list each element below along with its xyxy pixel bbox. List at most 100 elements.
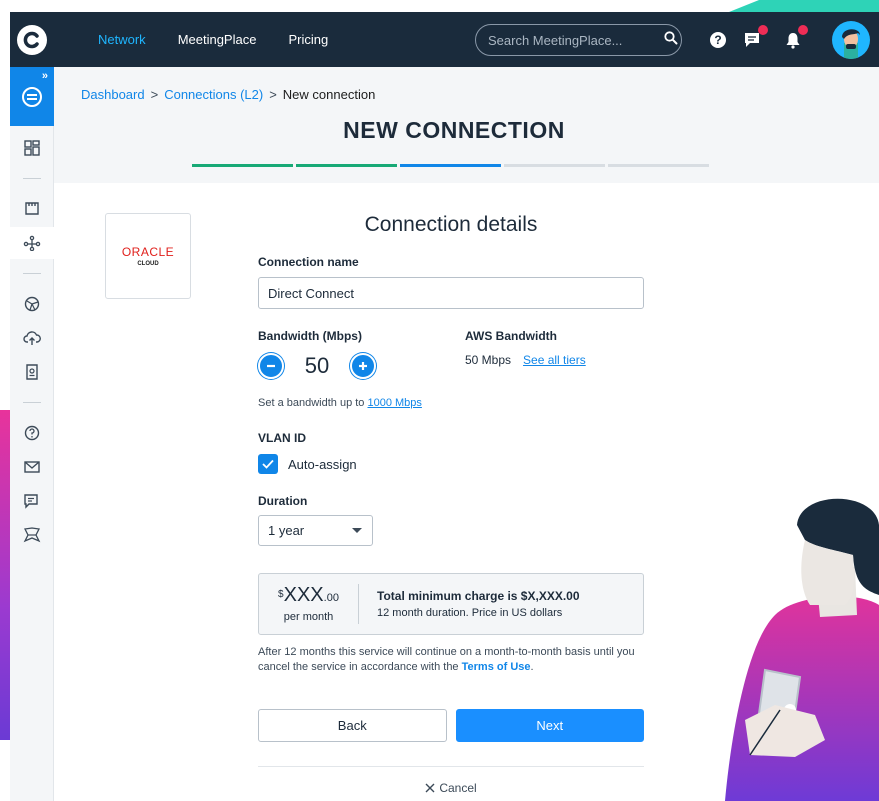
next-button[interactable]: Next	[455, 709, 644, 742]
search-input[interactable]	[488, 32, 664, 48]
cancel-link[interactable]: Cancel	[258, 781, 644, 795]
person-illustration	[725, 498, 879, 801]
nav-meetingplace[interactable]: MeetingPlace	[178, 32, 257, 47]
port-icon	[25, 202, 39, 215]
sidebar-divider	[22, 402, 41, 403]
nav-pricing[interactable]: Pricing	[288, 32, 328, 47]
bandwidth-column: Bandwidth (Mbps) 50	[258, 329, 376, 379]
duration-value: 1 year	[268, 523, 305, 538]
sidebar-item-mail[interactable]	[10, 451, 54, 483]
auto-assign-label: Auto-assign	[288, 456, 357, 472]
close-icon	[425, 783, 435, 793]
breadcrumb: Dashboard > Connections (L2) > New connectio…	[81, 87, 375, 102]
sidebar-item-ports[interactable]	[10, 193, 54, 225]
price-note: 12 month duration. Price in US dollars	[377, 607, 563, 619]
vlan-section: VLAN ID Auto-assign	[258, 431, 644, 474]
increment-button[interactable]	[350, 353, 376, 379]
provider-logo-sub: CLOUD	[137, 261, 159, 267]
see-all-tiers-link[interactable]: See all tiers	[523, 353, 586, 367]
auto-assign-checkbox[interactable]	[258, 454, 278, 474]
messages-icon[interactable]	[742, 25, 768, 51]
bandwidth-value[interactable]: 50	[284, 353, 350, 379]
globe-icon	[24, 296, 40, 312]
sidebar-item-partners[interactable]	[10, 519, 54, 551]
terms-end: .	[530, 661, 534, 673]
progress-step-5	[608, 164, 709, 167]
price-cents: .00	[323, 592, 339, 604]
decorative-stripe-top	[729, 0, 879, 12]
price-summary: $XXX.00 per month Total minimum charge i…	[258, 573, 644, 635]
duration-label: Duration	[258, 494, 308, 508]
price-value: XXX	[283, 584, 324, 606]
terms-text: After 12 months this service will contin…	[258, 646, 635, 673]
mail-icon	[24, 461, 40, 473]
bandwidth-label: Bandwidth (Mbps)	[258, 329, 362, 343]
cloud-upload-icon	[23, 331, 41, 345]
connection-form: Connection details Connection name Bandw…	[258, 213, 644, 795]
decrement-button[interactable]	[258, 353, 284, 379]
logo-icon	[17, 24, 47, 55]
progress-step-2	[296, 164, 397, 167]
breadcrumb-separator: >	[269, 87, 277, 102]
bell-icon[interactable]	[782, 25, 808, 51]
auto-assign-row: Auto-assign	[258, 454, 644, 474]
sidebar-item-cloud[interactable]	[10, 322, 54, 354]
nav-network[interactable]: Network	[98, 32, 146, 47]
sidebar-item-billing[interactable]	[10, 356, 54, 388]
sidebar-divider	[22, 178, 41, 179]
help-icon[interactable]: ?	[707, 29, 729, 51]
progress-step-3	[400, 164, 501, 167]
duration-select[interactable]: 1 year	[258, 515, 373, 546]
caret-down-icon	[352, 528, 362, 533]
sidebar-expand-button[interactable]: »	[10, 67, 54, 126]
connection-name-label: Connection name	[258, 255, 359, 269]
section-title: Connection details	[364, 213, 538, 236]
sidebar-item-global[interactable]	[10, 288, 54, 320]
sidebar-item-help[interactable]	[10, 417, 54, 449]
invoice-icon	[26, 364, 38, 380]
search-box	[475, 24, 682, 56]
progress-step-1	[192, 164, 293, 167]
aws-bandwidth-value: 50 Mbps	[465, 353, 512, 367]
help-circle-icon	[24, 425, 40, 441]
bandwidth-stepper: 50	[258, 353, 376, 379]
breadcrumb-connections[interactable]: Connections (L2)	[164, 87, 263, 102]
bandwidth-hint: Set a bandwidth up to 1000 Mbps	[258, 397, 644, 409]
page-title: NEW CONNECTION	[343, 117, 565, 143]
connections-node-icon	[23, 235, 41, 251]
plus-icon	[359, 362, 367, 370]
bandwidth-limit-link[interactable]: 1000 Mbps	[367, 397, 421, 409]
provider-logo-card: ORACLE CLOUD	[105, 213, 191, 299]
search-icon[interactable]	[664, 30, 678, 50]
sidebar-item-connections[interactable]	[10, 227, 54, 259]
sidebar: »	[10, 67, 54, 801]
checkmark-icon	[262, 459, 274, 469]
form-actions: Back Next	[258, 709, 644, 742]
duration-section: Duration 1 year	[258, 494, 644, 546]
breadcrumb-separator: >	[150, 87, 159, 102]
divider	[258, 766, 644, 767]
breadcrumb-dashboard[interactable]: Dashboard	[81, 87, 145, 102]
back-button[interactable]: Back	[258, 709, 447, 742]
monthly-price: $XXX.00 per month	[259, 584, 359, 624]
shield-star-icon	[23, 527, 41, 543]
avatar[interactable]	[832, 21, 870, 59]
breadcrumb-current: New connection	[282, 87, 376, 102]
sidebar-divider	[22, 273, 41, 274]
bandwidth-row: Bandwidth (Mbps) 50 AWS Bandwidth 50 Mbp…	[258, 329, 644, 389]
minus-icon	[267, 364, 275, 368]
terms-of-use-link[interactable]: Terms of Use	[462, 661, 531, 673]
cancel-label: Cancel	[439, 781, 477, 795]
total-charge: Total minimum charge is $X,XXX.00	[377, 589, 580, 603]
top-navigation-bar: Network MeetingPlace Pricing ?	[10, 12, 879, 67]
bandwidth-hint-text: Set a bandwidth up to	[258, 397, 365, 409]
price-period: per month	[283, 611, 334, 623]
price-amount: $XXX.00	[259, 585, 358, 608]
sidebar-item-chat[interactable]	[10, 485, 54, 517]
dashboard-grid-icon	[24, 140, 40, 156]
connection-name-input[interactable]	[258, 277, 644, 309]
app-logo[interactable]	[10, 12, 54, 67]
sidebar-item-dashboard[interactable]	[10, 132, 54, 164]
progress-step-4	[504, 164, 605, 167]
aws-bandwidth-column: AWS Bandwidth 50 Mbps See all tiers	[465, 329, 586, 367]
